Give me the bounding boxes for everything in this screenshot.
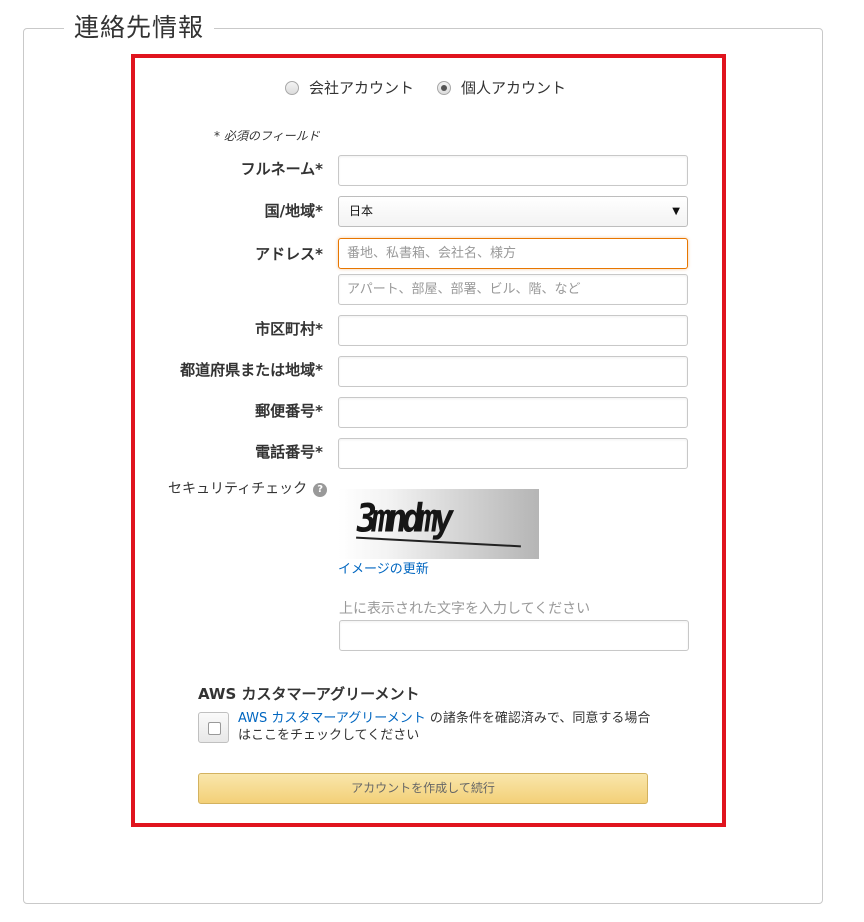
postal-code-input[interactable]: [338, 397, 688, 428]
city-input[interactable]: [338, 315, 688, 346]
agreement-link[interactable]: AWS カスタマーアグリーメント: [238, 711, 426, 726]
address-line2-input[interactable]: アパート、部屋、部署、ビル、階、など: [338, 274, 688, 305]
question-circle-icon[interactable]: ?: [313, 483, 328, 497]
captcha-hint: 上に表示された文字を入力してください: [339, 601, 591, 617]
address-label: アドレス*: [255, 245, 323, 263]
full-name-label: フルネーム*: [240, 160, 323, 178]
captcha-image: 3mndmy: [338, 489, 539, 559]
state-input[interactable]: [338, 356, 688, 387]
address-line1-input[interactable]: 番地、私書箱、会社名、様方: [338, 238, 688, 269]
create-account-button[interactable]: アカウントを作成して続行: [198, 773, 648, 804]
agreement-title: AWS カスタマーアグリーメント: [198, 685, 420, 703]
country-selected-value: 日本: [349, 204, 374, 218]
captcha-text: 3mndmy: [352, 496, 453, 542]
security-check-text: セキュリティチェック: [168, 481, 308, 497]
postal-code-label: 郵便番号*: [255, 402, 323, 420]
country-label: 国/地域*: [264, 202, 323, 220]
company-account-radio[interactable]: [285, 81, 299, 95]
country-select[interactable]: 日本 ▼: [338, 196, 688, 227]
company-account-label[interactable]: 会社アカウント: [309, 77, 414, 98]
captcha-input[interactable]: [339, 620, 689, 651]
state-label: 都道府県または地域*: [180, 361, 323, 379]
full-name-input[interactable]: [338, 155, 688, 186]
section-title: 連絡先情報: [64, 8, 215, 48]
phone-label: 電話番号*: [255, 443, 323, 461]
personal-account-radio[interactable]: [437, 81, 451, 95]
account-type-group: 会社アカウント 個人アカウント: [0, 76, 864, 100]
city-label: 市区町村*: [255, 320, 323, 338]
chevron-down-icon: ▼: [672, 206, 680, 217]
phone-input[interactable]: [338, 438, 688, 469]
required-fields-note: * 必須のフィールド: [214, 129, 320, 143]
personal-account-label[interactable]: 個人アカウント: [461, 77, 566, 98]
agreement-text: AWS カスタマーアグリーメント の諸条件を確認済みで、同意する場合はここをチェ…: [238, 710, 658, 744]
agreement-checkbox[interactable]: [198, 712, 229, 743]
refresh-captcha-link[interactable]: イメージの更新: [338, 558, 429, 577]
security-check-label: セキュリティチェック?: [168, 478, 328, 498]
